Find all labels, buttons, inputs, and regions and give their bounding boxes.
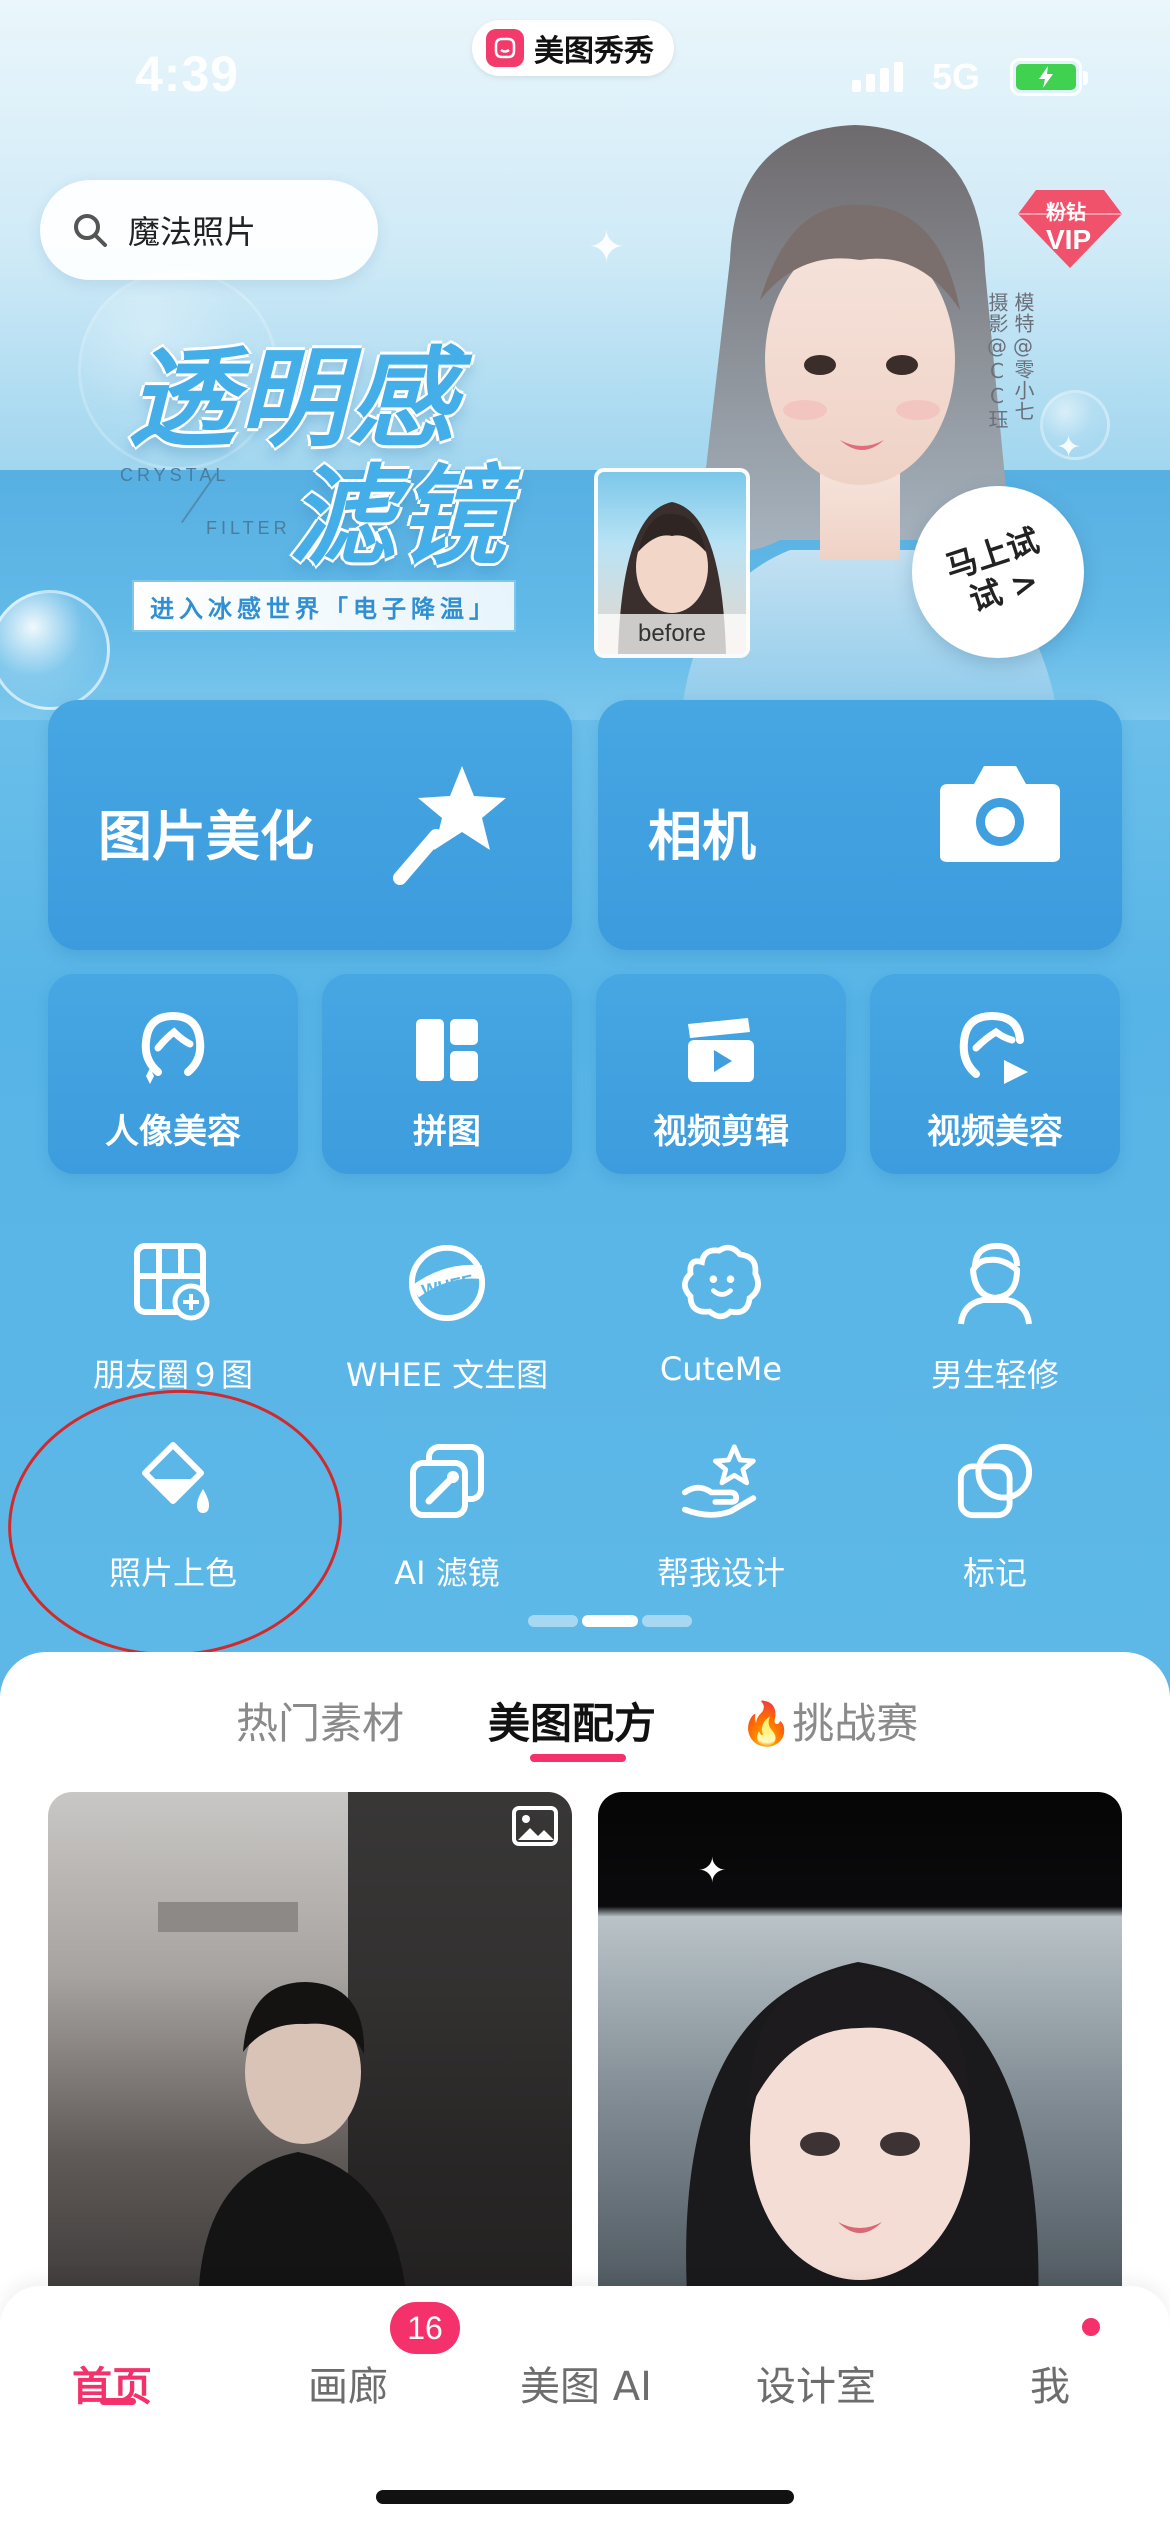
sparkle-icon: ✦ [588,222,625,273]
svg-text:WHEE: WHEE [420,1270,476,1301]
gallery-notification-badge: 16 [390,2302,460,2354]
annotation-circle [0,1378,351,1668]
collage-label: 拼图 [413,1112,481,1152]
nine-grid-icon [134,1243,210,1321]
search-icon [74,214,107,247]
try-now-label: 马上试试 > [940,521,1044,619]
camera-button[interactable]: 相机 [598,700,1122,950]
ai-filter-icon [410,1444,484,1518]
active-tab-indicator [530,1754,626,1762]
me-notification-dot [1082,2318,1100,2336]
camera-label: 相机 [648,805,756,868]
status-time: 4:39 [135,46,240,102]
try-now-button[interactable]: 马上试试 > [912,486,1084,658]
overlap-squares-icon [957,1443,1033,1519]
nav-meitu-ai[interactable]: 美图 AI [520,2354,652,2412]
image-type-icon [512,1806,558,1846]
video-clapper-icon [688,1018,754,1082]
video-beauty-button[interactable]: 视频美容 [870,974,1120,1174]
collage-grid-icon [416,1019,478,1081]
photographer-credit: 摄影@CC珏 [985,292,1009,430]
video-edit-button[interactable]: 视频剪辑 [596,974,846,1174]
ai-filter-button[interactable]: AI 滤镜 [322,1436,572,1606]
home-indicator[interactable] [376,2490,794,2504]
status-bar: 4:39 美图秀秀 5G [0,0,1170,150]
vip-badge-label: 粉钻 [1046,200,1086,224]
network-label: 5G [932,56,981,97]
video-beauty-icon [959,1011,1028,1084]
collage-button[interactable]: 拼图 [322,974,572,1174]
banner-title-line2: 滤镜 [288,455,509,580]
sparkle-icon: ✦ [1056,430,1082,465]
design-for-me-label: 帮我设计 [656,1554,785,1592]
photo-beautify-label: 图片美化 [98,805,314,868]
moments-nine-grid-button[interactable]: 朋友圈９图 [48,1238,298,1408]
video-beauty-label: 视频美容 [927,1112,1063,1152]
nav-design-studio[interactable]: 设计室 [756,2354,876,2412]
nav-me[interactable]: 我 [1030,2354,1070,2412]
mark-label: 标记 [962,1554,1027,1592]
battery-icon [1010,58,1088,96]
design-for-me-button[interactable]: 帮我设计 [596,1436,846,1606]
portrait-beauty-button[interactable]: 人像美容 [48,974,298,1174]
magic-wand-icon [393,766,506,885]
whee-text-to-image-button[interactable]: WHEE WHEE 文生图 [322,1238,572,1408]
tab-hot-materials[interactable]: 热门素材 [236,1690,404,1751]
vip-badge[interactable]: 粉钻 VIP [1016,188,1124,270]
active-nav-indicator [100,2398,136,2405]
app-name-label: 美图秀秀 [534,34,654,69]
male-avatar-icon [958,1242,1032,1325]
svg-text:✦: ✦ [698,1851,727,1891]
whee-text-to-image-label: WHEE 文生图 [345,1356,549,1394]
before-label: before [598,614,746,654]
feed-card-image [158,1792,572,2312]
tab-challenge[interactable]: 🔥挑战赛 [740,1690,918,1751]
nav-gallery[interactable]: 画廊 [308,2354,388,2412]
tab-meitu-recipes[interactable]: 美图配方 [488,1690,656,1751]
banner-filter-word: FILTER [206,518,291,538]
meitu-logo-icon [486,29,524,67]
cuteme-button[interactable]: CuteMe [596,1238,846,1408]
male-retouch-label: 男生轻修 [930,1356,1059,1394]
ai-filter-label: AI 滤镜 [394,1554,500,1592]
whee-logo-icon: WHEE [408,1244,486,1322]
cuteme-label: CuteMe [659,1350,783,1388]
before-thumbnail: before [594,468,750,658]
app-name-pill: 美图秀秀 [472,20,674,76]
model-credit: 模特@零小七 [1011,292,1035,422]
male-retouch-button[interactable]: 男生轻修 [870,1238,1120,1408]
signal-icon [852,62,903,92]
design-star-hand-icon [681,1444,757,1518]
mark-button[interactable]: 标记 [870,1436,1120,1606]
portrait-face-icon [141,1011,205,1084]
photo-beautify-button[interactable]: 图片美化 [48,700,572,950]
camera-icon [940,766,1060,862]
tool-page-indicator [528,1615,692,1627]
app-home-screen: ✦ ✦ before 粉钻 VIP 模特@零小七 摄影@CC珏 透明感 滤镜 C… [0,0,1170,2532]
vip-badge-tier: VIP [1046,224,1092,255]
search-placeholder: 魔法照片 [128,213,257,251]
banner-subtitle: 进入冰感世界「电子降温」 [132,580,516,632]
cute-face-icon [681,1244,761,1320]
portrait-beauty-label: 人像美容 [105,1112,241,1152]
feed-card[interactable]: ✦ [598,1792,1122,2312]
video-edit-label: 视频剪辑 [653,1112,789,1152]
feed-card-image: ✦ [686,1851,1039,2312]
feed-card[interactable] [48,1792,572,2312]
search-bar[interactable]: 魔法照片 [40,180,378,280]
